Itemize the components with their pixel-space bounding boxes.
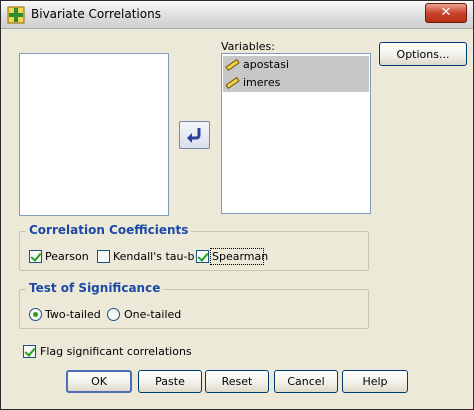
spearman-label[interactable]: Spearman bbox=[212, 250, 268, 263]
correlation-coefficients-title: Correlation Coefficients bbox=[26, 223, 192, 237]
list-item[interactable]: apostasi bbox=[223, 56, 369, 74]
help-button[interactable]: Help bbox=[342, 370, 408, 393]
variable-name: apostasi bbox=[243, 58, 290, 71]
dialog-window: Bivariate Correlations ✕ Variables: apos… bbox=[0, 0, 474, 410]
test-of-significance-title: Test of Significance bbox=[26, 281, 164, 295]
ok-button[interactable]: OK bbox=[66, 370, 132, 393]
kendall-checkbox[interactable] bbox=[97, 250, 110, 263]
move-variable-button[interactable] bbox=[179, 121, 210, 149]
paste-button[interactable]: Paste bbox=[138, 370, 202, 393]
variables-label: Variables: bbox=[221, 40, 275, 53]
options-button[interactable]: Options... bbox=[379, 42, 467, 66]
variables-list[interactable]: apostasi imeres bbox=[221, 53, 371, 214]
variable-name: imeres bbox=[243, 76, 281, 89]
scale-variable-icon bbox=[225, 77, 240, 89]
flag-significant-checkbox[interactable] bbox=[23, 345, 36, 358]
cancel-button[interactable]: Cancel bbox=[274, 370, 338, 393]
reset-button[interactable]: Reset bbox=[205, 370, 269, 393]
one-tailed-radio[interactable] bbox=[107, 308, 120, 321]
two-tailed-label[interactable]: Two-tailed bbox=[45, 308, 101, 321]
close-button[interactable]: ✕ bbox=[425, 3, 467, 23]
source-variable-list[interactable] bbox=[19, 53, 169, 216]
scale-variable-icon bbox=[225, 59, 240, 71]
pearson-checkbox[interactable] bbox=[29, 250, 42, 263]
pearson-label[interactable]: Pearson bbox=[45, 250, 89, 263]
kendall-label[interactable]: Kendall's tau-b bbox=[113, 250, 194, 263]
two-tailed-radio[interactable] bbox=[29, 308, 42, 321]
dialog-body: Variables: apostasi imeres Options... Co… bbox=[4, 29, 470, 407]
title-bar[interactable]: Bivariate Correlations ✕ bbox=[1, 1, 473, 29]
spss-app-icon bbox=[7, 6, 25, 24]
list-item[interactable]: imeres bbox=[223, 74, 369, 92]
curved-arrow-icon bbox=[187, 128, 201, 143]
window-title: Bivariate Correlations bbox=[31, 7, 161, 21]
spearman-checkbox[interactable] bbox=[196, 250, 209, 263]
one-tailed-label[interactable]: One-tailed bbox=[124, 308, 181, 321]
flag-significant-label[interactable]: Flag significant correlations bbox=[40, 345, 192, 358]
